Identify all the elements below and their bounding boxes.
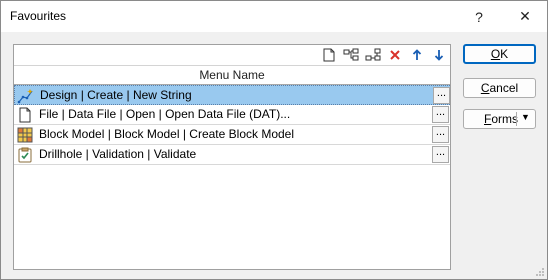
delete-button[interactable] — [385, 46, 405, 64]
row-options-button[interactable]: ... — [432, 146, 449, 163]
table-row[interactable]: Drillhole | Validation | Validate ... — [14, 145, 450, 165]
favourites-dialog: Favourites ? ✕ Menu Name Design | Create… — [0, 0, 548, 280]
table-row[interactable]: File | Data File | Open | Open Data File… — [14, 105, 450, 125]
close-button[interactable]: ✕ — [505, 1, 545, 32]
document-icon — [16, 106, 34, 123]
new-string-icon — [17, 87, 35, 104]
row-label: File | Data File | Open | Open Data File… — [39, 107, 291, 121]
delete-icon — [390, 50, 400, 60]
cancel-button[interactable]: Cancel — [463, 78, 536, 98]
window-title: Favourites — [10, 9, 67, 23]
favourites-rows: Design | Create | New String ... File | … — [14, 85, 450, 165]
help-icon: ? — [475, 8, 483, 25]
new-document-button[interactable] — [319, 46, 339, 64]
validate-icon — [16, 146, 34, 163]
move-down-icon — [434, 50, 444, 61]
chevron-down-icon[interactable]: ▼ — [521, 112, 530, 122]
move-up-icon — [412, 49, 422, 60]
favourites-list-panel: Menu Name Design | Create | New String .… — [13, 44, 451, 270]
table-row[interactable]: Block Model | Block Model | Create Block… — [14, 125, 450, 145]
list-toolbar — [14, 45, 450, 65]
close-icon: ✕ — [519, 8, 531, 24]
move-up-button[interactable] — [407, 46, 427, 64]
title-bar: Favourites ? ✕ — [1, 1, 547, 32]
forms-button[interactable]: Forms ▼ — [463, 109, 536, 129]
column-header-menu-name[interactable]: Menu Name — [14, 65, 450, 85]
resize-grip-icon[interactable] — [535, 267, 545, 277]
ok-label: OK — [490, 47, 509, 61]
insert-tree-button[interactable] — [341, 46, 361, 64]
row-label: Drillhole | Validation | Validate — [39, 147, 197, 161]
row-label: Design | Create | New String — [40, 88, 192, 102]
forms-label: Forms — [484, 112, 519, 126]
ok-button[interactable]: OK — [463, 44, 536, 64]
table-row[interactable]: Design | Create | New String ... — [14, 85, 450, 105]
new-document-icon — [323, 48, 335, 62]
block-model-icon — [16, 126, 34, 143]
move-down-button[interactable] — [429, 46, 449, 64]
cancel-label: Cancel — [480, 81, 519, 95]
row-options-button[interactable]: ... — [432, 106, 449, 123]
row-options-button[interactable]: ... — [433, 87, 450, 104]
row-label: Block Model | Block Model | Create Block… — [39, 127, 295, 141]
append-tree-icon — [365, 48, 381, 61]
forms-split-divider — [516, 112, 517, 126]
insert-tree-icon — [343, 48, 359, 61]
append-tree-button[interactable] — [363, 46, 383, 64]
help-button[interactable]: ? — [459, 1, 499, 32]
row-options-button[interactable]: ... — [432, 126, 449, 143]
